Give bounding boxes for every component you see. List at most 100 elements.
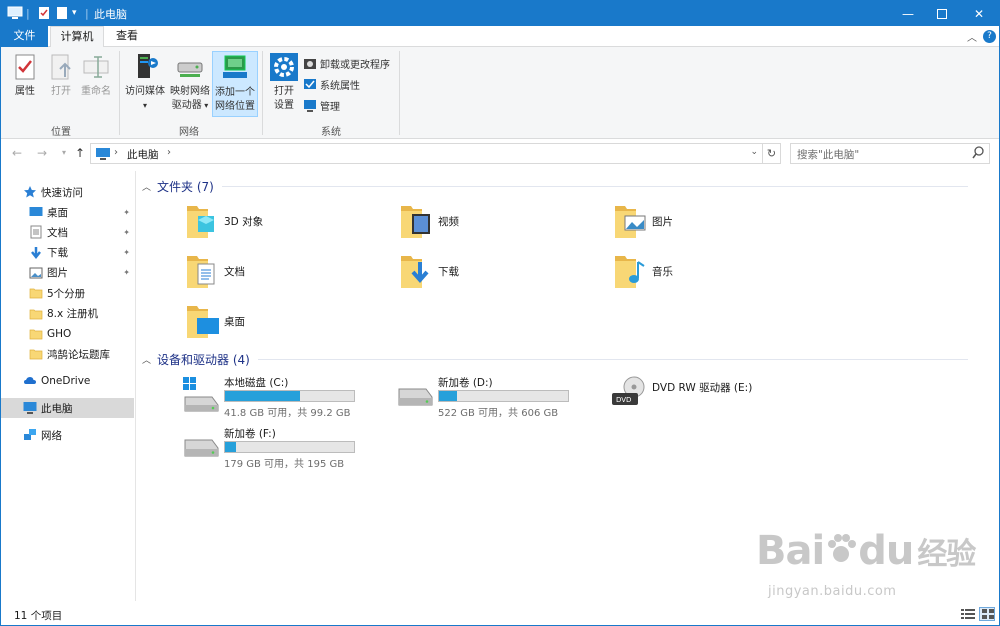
breadcrumb-chevron[interactable]: › [114, 147, 118, 158]
cloud-icon [23, 374, 37, 388]
tab-computer[interactable]: 计算机 [50, 26, 104, 48]
drive-item[interactable]: 本地磁盘 (C:) 41.8 GB 可用，共 99.2 GB [182, 375, 382, 421]
group-header-folders[interactable]: ︿ 文件夹 (7) [142, 176, 968, 196]
system-properties-icon [303, 78, 317, 92]
folder-item[interactable]: 文档 [186, 248, 386, 294]
search-icon[interactable] [972, 146, 984, 163]
chevron-down-icon: ︿ [142, 355, 152, 366]
navigation-pane: 快速访问 桌面 ✦ 文档 ✦ 下载 ✦ 图片 ✦ 5个分册 8.x 注册机 GHO 鸿鹄论坛题库 On… [1, 171, 136, 601]
navigation-bar: ← → ▾ ↑ › 此电脑 › ⌄ ↻ 搜索"此电脑" [1, 139, 999, 169]
folder-icon [186, 252, 220, 290]
library-icon [29, 266, 43, 280]
drive-name: 新加卷 (F:) [224, 428, 276, 440]
chevron-down-icon: ︿ [142, 182, 152, 193]
folder-item[interactable]: 下载 [400, 248, 600, 294]
pin-icon[interactable]: ✦ [123, 248, 130, 257]
rename-button[interactable]: 重命名 [79, 51, 113, 99]
explorer-window: | ▾ | 此电脑 — ✕ 文件 计算机 查看 ︿ ? 属性 打开 重命名 位置… [0, 0, 1000, 626]
gear-icon [268, 51, 300, 83]
open-button[interactable]: 打开 [45, 51, 77, 99]
folder-icon [29, 307, 43, 321]
nav-item[interactable]: 桌面 ✦ [1, 202, 134, 222]
map-network-drive-button[interactable]: 映射网络 驱动器 ▾ [168, 51, 212, 113]
network-location-icon [219, 52, 251, 84]
up-button[interactable]: ↑ [72, 145, 88, 161]
folder-icon [400, 202, 434, 240]
drive-name: DVD RW 驱动器 (E:) [652, 382, 753, 394]
nav-item[interactable]: 文档 ✦ [1, 222, 134, 242]
nav-item-label: 鸿鹄论坛题库 [47, 348, 110, 361]
ribbon: 属性 打开 重命名 位置 访问媒体 ▾ 映射网络 驱动器 ▾ 添加一个 网络位置… [1, 47, 999, 139]
nav-item[interactable]: 5个分册 [1, 283, 134, 303]
library-icon [29, 205, 43, 219]
ribbon-tab-bar: 文件 计算机 查看 ︿ ? [1, 26, 999, 48]
uninstall-program-button[interactable]: 卸载或更改程序 [303, 55, 390, 72]
nav-item-label: 8.x 注册机 [47, 308, 99, 320]
library-icon [29, 246, 43, 260]
nav-quick-access[interactable]: 快速访问 [1, 182, 134, 202]
system-properties-button[interactable]: 系统属性 [303, 76, 360, 93]
nav-item[interactable]: 8.x 注册机 [1, 304, 134, 324]
folder-name: 音乐 [652, 265, 673, 278]
group-header-drives[interactable]: ︿ 设备和驱动器 (4) [142, 349, 968, 369]
nav-item[interactable]: 图片 ✦ [1, 263, 134, 283]
recent-locations-icon[interactable]: ▾ [56, 145, 72, 161]
properties-quick-icon[interactable] [37, 5, 51, 21]
details-view-icon[interactable] [961, 608, 975, 623]
search-input[interactable]: 搜索"此电脑" [797, 147, 859, 162]
search-box[interactable]: 搜索"此电脑" [790, 143, 990, 164]
address-bar[interactable]: › 此电脑 › ⌄ [90, 143, 763, 164]
title-bar: | ▾ | 此电脑 — ✕ [1, 1, 999, 26]
group-label-location: 位置 [51, 127, 71, 138]
open-settings-button[interactable]: 打开 设置 [267, 51, 301, 113]
folder-item[interactable]: 3D 对象 [186, 198, 386, 244]
properties-button[interactable]: 属性 [7, 51, 43, 99]
close-button[interactable]: ✕ [959, 1, 999, 26]
tab-view[interactable]: 查看 [107, 26, 147, 47]
folder-item[interactable]: 音乐 [614, 248, 814, 294]
drive-item[interactable]: DVD DVD RW 驱动器 (E:) [610, 375, 810, 421]
nav-onedrive[interactable]: OneDrive [1, 371, 134, 391]
help-icon[interactable]: ? [983, 30, 996, 43]
breadcrumb-chevron[interactable]: › [167, 147, 171, 158]
address-dropdown-icon[interactable]: ⌄ [750, 147, 758, 157]
new-folder-quick-icon[interactable] [55, 5, 69, 21]
nav-item[interactable]: GHO [1, 324, 134, 344]
drive-item[interactable]: 新加卷 (F:) 179 GB 可用，共 195 GB [182, 426, 382, 472]
nav-this-pc[interactable]: 此电脑 [1, 398, 134, 418]
back-button[interactable]: ← [9, 145, 25, 161]
minimize-button[interactable]: — [891, 1, 925, 26]
folder-name: 下载 [438, 265, 459, 278]
manage-button[interactable]: 管理 [303, 97, 340, 114]
nav-network[interactable]: 网络 [1, 425, 134, 445]
pin-icon[interactable]: ✦ [123, 208, 130, 217]
folder-icon [29, 347, 43, 361]
nav-item[interactable]: 下载 ✦ [1, 243, 134, 263]
nav-item[interactable]: 鸿鹄论坛题库 [1, 344, 134, 364]
folder-item[interactable]: 图片 [614, 198, 814, 244]
tab-file[interactable]: 文件 [1, 26, 48, 47]
folder-item[interactable]: 视频 [400, 198, 600, 244]
customize-quick-access-icon[interactable]: ▾ [72, 5, 77, 21]
drive-item[interactable]: 新加卷 (D:) 522 GB 可用，共 606 GB [396, 375, 596, 421]
collapse-ribbon-icon[interactable]: ︿ [967, 29, 977, 44]
nav-item-label: 下载 [47, 247, 68, 260]
add-network-location-button[interactable]: 添加一个 网络位置 [212, 51, 258, 117]
media-server-icon [129, 51, 161, 83]
star-icon [23, 185, 37, 199]
drive-space-info: 179 GB 可用，共 195 GB [224, 459, 345, 470]
drive-space-info: 522 GB 可用，共 606 GB [438, 408, 559, 419]
forward-button[interactable]: → [34, 145, 50, 161]
refresh-button[interactable]: ↻ [763, 143, 781, 164]
maximize-button[interactable] [925, 1, 959, 26]
properties-icon [9, 51, 41, 83]
breadcrumb[interactable]: 此电脑 [127, 147, 159, 162]
open-icon [45, 51, 77, 83]
computer-manage-icon [303, 99, 317, 113]
nav-item-label: 图片 [47, 267, 68, 280]
access-media-button[interactable]: 访问媒体 ▾ [123, 51, 167, 113]
folder-item[interactable]: 桌面 [186, 298, 386, 344]
pin-icon[interactable]: ✦ [123, 268, 130, 277]
pin-icon[interactable]: ✦ [123, 228, 130, 237]
large-icons-view-icon[interactable] [979, 607, 995, 621]
